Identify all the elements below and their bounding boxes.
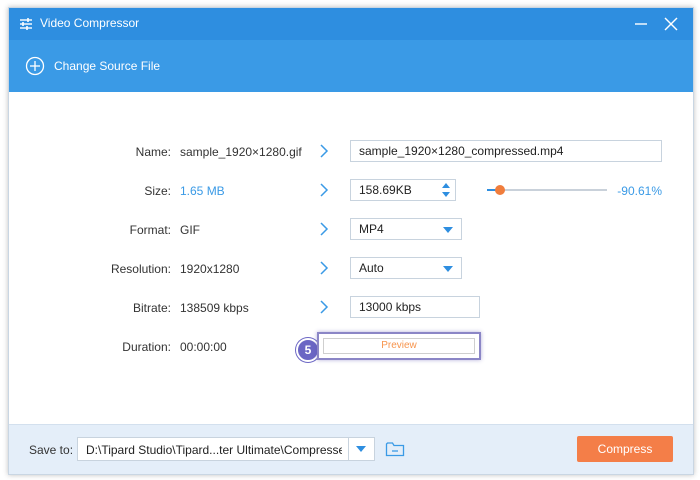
preview-highlight: Preview: [317, 332, 481, 360]
source-bitrate-value: 138509 kbps: [180, 301, 249, 315]
plus-circle-icon: [25, 56, 45, 76]
sliders-icon: [20, 18, 32, 30]
duration-label: Duration:: [122, 340, 171, 354]
format-label: Format:: [129, 223, 171, 237]
source-format-value: GIF: [180, 223, 200, 237]
change-source-file-button[interactable]: Change Source File: [25, 54, 160, 78]
caret-down-icon: [443, 266, 453, 272]
resolution-label: Resolution:: [110, 262, 171, 276]
source-size-value: 1.65 MB: [180, 184, 225, 198]
video-compressor-window: Video Compressor Change Source File Name…: [8, 7, 694, 475]
save-to-label: Save to:: [29, 443, 74, 457]
source-name-value: sample_1920×1280.gif: [180, 145, 302, 159]
title-bar: Video Compressor: [9, 8, 693, 40]
window-title: Video Compressor: [40, 16, 140, 30]
increase-icon[interactable]: [442, 183, 450, 188]
source-duration-value: 00:00:00: [180, 340, 227, 354]
chevron-right-icon: [320, 261, 329, 275]
chevron-right-icon: [320, 222, 329, 236]
close-icon[interactable]: [661, 14, 681, 34]
output-resolution-value: Auto: [359, 261, 384, 275]
size-reduction-percent: -90.61%: [617, 184, 662, 198]
output-name-field[interactable]: sample_1920×1280_compressed.mp4: [350, 140, 662, 162]
chevron-right-icon: [320, 300, 329, 314]
size-slider[interactable]: [487, 185, 607, 195]
bitrate-label: Bitrate:: [132, 301, 171, 315]
caret-down-icon: [443, 227, 453, 233]
chevron-right-icon: [320, 144, 329, 158]
toolbar: Change Source File: [9, 40, 693, 92]
output-format-value: MP4: [359, 222, 384, 236]
footer-bar: Save to: D:\Tipard Studio\Tipard...ter U…: [9, 424, 693, 474]
minimize-icon[interactable]: [631, 14, 651, 34]
preview-button[interactable]: Preview: [323, 338, 475, 354]
size-slider-thumb[interactable]: [495, 185, 506, 195]
name-label: Name:: [135, 145, 171, 159]
output-size-stepper[interactable]: 158.69KB: [350, 179, 456, 201]
source-resolution-value: 1920x1280: [180, 262, 240, 276]
chevron-right-icon: [320, 183, 329, 197]
output-bitrate-field[interactable]: 13000 kbps: [350, 296, 480, 318]
save-path-select[interactable]: D:\Tipard Studio\Tipard...ter Ultimate\C…: [77, 437, 375, 461]
decrease-icon[interactable]: [442, 192, 450, 197]
folder-icon[interactable]: [385, 440, 405, 458]
compress-button[interactable]: Compress: [577, 436, 673, 462]
save-path-value: D:\Tipard Studio\Tipard...ter Ultimate\C…: [86, 443, 342, 457]
output-size-value: 158.69KB: [359, 183, 412, 197]
size-label: Size:: [144, 184, 171, 198]
output-resolution-select[interactable]: Auto: [350, 257, 462, 279]
output-format-select[interactable]: MP4: [350, 218, 462, 240]
caret-down-icon[interactable]: [356, 446, 366, 452]
divider: [348, 438, 349, 460]
change-source-file-label: Change Source File: [54, 59, 161, 73]
